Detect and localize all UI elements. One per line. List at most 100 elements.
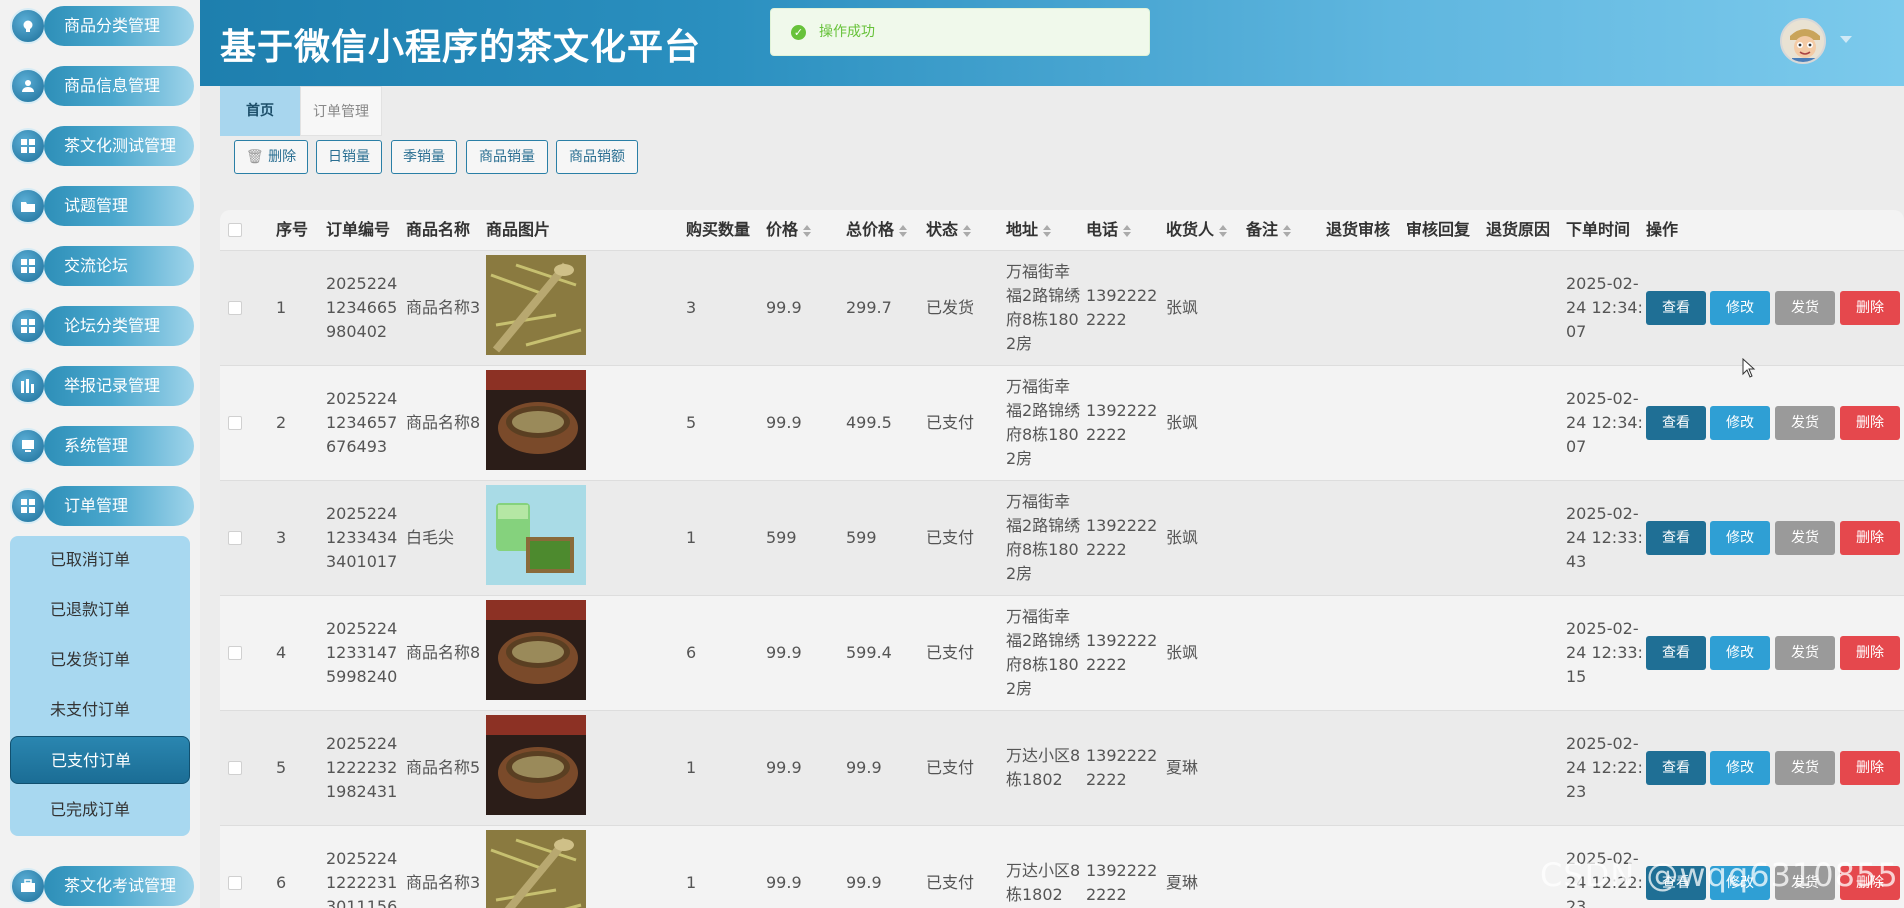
submenu-completed[interactable]: 已完成订单 xyxy=(10,786,190,834)
table-row: 3 2025224 1233434 3401017 白毛尖 1 599 599 已支付 万福街幸福… xyxy=(220,480,1904,595)
delete-row-button[interactable]: 删除 xyxy=(1840,751,1900,785)
th-return-reason: 退货原因 xyxy=(1486,220,1551,239)
submenu-paid[interactable]: 已支付订单 xyxy=(10,736,190,784)
th-price[interactable]: 价格 xyxy=(766,210,812,250)
view-button[interactable]: 查看 xyxy=(1646,521,1706,555)
row-checkbox[interactable] xyxy=(228,876,242,890)
sort-icon[interactable] xyxy=(963,224,972,237)
delete-row-button[interactable]: 删除 xyxy=(1840,636,1900,670)
ship-button[interactable]: 发货 xyxy=(1775,291,1835,325)
menu-tea-test[interactable]: 茶文化测试管理 xyxy=(10,124,194,166)
tab-home[interactable]: 首页 xyxy=(220,86,300,136)
cell-price: 99.9 xyxy=(766,413,802,432)
cell-order-no-line: 1234665 xyxy=(326,298,398,317)
sort-icon[interactable] xyxy=(1123,224,1132,237)
sort-icon[interactable] xyxy=(1283,224,1292,237)
th-phone[interactable]: 电话 xyxy=(1086,210,1132,250)
row-checkbox[interactable] xyxy=(228,761,242,775)
ship-button[interactable]: 发货 xyxy=(1775,406,1835,440)
edit-button[interactable]: 修改 xyxy=(1710,751,1770,785)
th-index: 序号 xyxy=(276,220,309,239)
table-row: 5 2025224 1222232 1982431 商品名称5 1 99.9 99.9 已支付 万… xyxy=(220,710,1904,825)
delete-button[interactable]: 🗑 删除 xyxy=(234,140,308,174)
cell-address-line: 万福街幸 xyxy=(1006,262,1071,281)
edit-button[interactable]: 修改 xyxy=(1710,521,1770,555)
row-checkbox[interactable] xyxy=(228,531,242,545)
sort-icon[interactable] xyxy=(899,224,908,237)
cell-phone-line: 2222 xyxy=(1086,770,1127,789)
view-button[interactable]: 查看 xyxy=(1646,406,1706,440)
cell-receiver: 夏琳 xyxy=(1166,758,1199,777)
th-total[interactable]: 总价格 xyxy=(846,210,908,250)
cell-index: 6 xyxy=(276,873,287,892)
cell-address-line: 2房 xyxy=(1006,564,1033,583)
cell-order-no-line: 3401017 xyxy=(326,552,398,571)
select-all-checkbox[interactable] xyxy=(228,223,242,237)
cell-address-line: 2房 xyxy=(1006,334,1033,353)
submenu-refunded[interactable]: 已退款订单 xyxy=(10,586,190,634)
th-receiver[interactable]: 收货人 xyxy=(1166,210,1228,250)
cell-phone: 1392222 2222 xyxy=(1086,399,1157,447)
row-checkbox[interactable] xyxy=(228,646,242,660)
cell-status: 已支付 xyxy=(926,528,975,547)
th-status[interactable]: 状态 xyxy=(926,210,972,250)
cell-order-no-line: 980402 xyxy=(326,322,388,341)
sort-icon[interactable] xyxy=(803,224,812,237)
cell-phone: 1392222 2222 xyxy=(1086,629,1157,677)
menu-report[interactable]: 举报记录管理 xyxy=(10,364,194,406)
product-sales-button[interactable]: 商品销量 xyxy=(466,140,548,174)
row-checkbox[interactable] xyxy=(228,416,242,430)
ship-button[interactable]: 发货 xyxy=(1775,751,1835,785)
cell-address-line: 万达小区8 xyxy=(1006,861,1081,880)
sort-icon[interactable] xyxy=(1043,224,1052,237)
edit-button[interactable]: 修改 xyxy=(1710,636,1770,670)
tab-orders[interactable]: 订单管理 xyxy=(300,86,382,136)
product-amount-button[interactable]: 商品销额 xyxy=(556,140,638,174)
view-button[interactable]: 查看 xyxy=(1646,636,1706,670)
product-image xyxy=(486,370,586,470)
table-row: 4 2025224 1233147 5998240 商品名称8 6 99.9 599.4 已支付… xyxy=(220,595,1904,710)
delete-row-button[interactable]: 删除 xyxy=(1840,406,1900,440)
menu-system[interactable]: 系统管理 xyxy=(10,424,194,466)
chevron-down-icon[interactable] xyxy=(1840,36,1852,43)
ship-button[interactable]: 发货 xyxy=(1775,521,1835,555)
ship-button[interactable]: 发货 xyxy=(1775,636,1835,670)
product-image xyxy=(486,715,586,815)
orders-table: 序号 订单编号 商品名称 商品图片 购买数量 价格 总价格 状态 地址 电话 收… xyxy=(220,210,1904,908)
menu-tea-exam[interactable]: 茶文化考试管理 xyxy=(10,864,194,906)
submenu-unpaid[interactable]: 未支付订单 xyxy=(10,686,190,734)
daily-sales-button[interactable]: 日销量 xyxy=(316,140,382,174)
th-address[interactable]: 地址 xyxy=(1006,210,1052,250)
th-remark[interactable]: 备注 xyxy=(1246,210,1292,250)
cell-address-line: 福2路锦绣 xyxy=(1006,516,1081,535)
check-circle-icon: ✓ xyxy=(791,25,806,40)
row-checkbox[interactable] xyxy=(228,301,242,315)
cell-order-time: 2025-02- 24 12:33: 15 xyxy=(1566,617,1643,689)
bulb-icon xyxy=(10,8,46,44)
view-button[interactable]: 查看 xyxy=(1646,751,1706,785)
menu-questions[interactable]: 试题管理 xyxy=(10,184,194,226)
delete-row-button[interactable]: 删除 xyxy=(1840,291,1900,325)
menu-category[interactable]: 商品分类管理 xyxy=(10,4,194,46)
edit-button[interactable]: 修改 xyxy=(1710,291,1770,325)
avatar[interactable] xyxy=(1780,18,1826,64)
cell-order-no-line: 1982431 xyxy=(326,782,398,801)
menu-orders[interactable]: 订单管理 xyxy=(10,484,194,526)
cell-qty: 1 xyxy=(686,528,697,547)
view-button[interactable]: 查看 xyxy=(1646,291,1706,325)
chart-icon xyxy=(10,368,46,404)
mouse-cursor-icon xyxy=(1742,357,1756,382)
menu-label: 茶文化测试管理 xyxy=(44,126,194,166)
menu-product-info[interactable]: 商品信息管理 xyxy=(10,64,194,106)
menu-forum-category[interactable]: 论坛分类管理 xyxy=(10,304,194,346)
delete-row-button[interactable]: 删除 xyxy=(1840,521,1900,555)
cell-order-no: 2025224 1233434 3401017 xyxy=(326,502,397,574)
quarter-sales-button[interactable]: 季销量 xyxy=(391,140,457,174)
edit-button[interactable]: 修改 xyxy=(1710,406,1770,440)
cell-order-no: 2025224 1234657 676493 xyxy=(326,387,397,459)
cell-name: 商品名称3 xyxy=(406,873,481,892)
sort-icon[interactable] xyxy=(1219,224,1228,237)
menu-forum[interactable]: 交流论坛 xyxy=(10,244,194,286)
submenu-shipped[interactable]: 已发货订单 xyxy=(10,636,190,684)
submenu-cancelled[interactable]: 已取消订单 xyxy=(10,536,190,584)
